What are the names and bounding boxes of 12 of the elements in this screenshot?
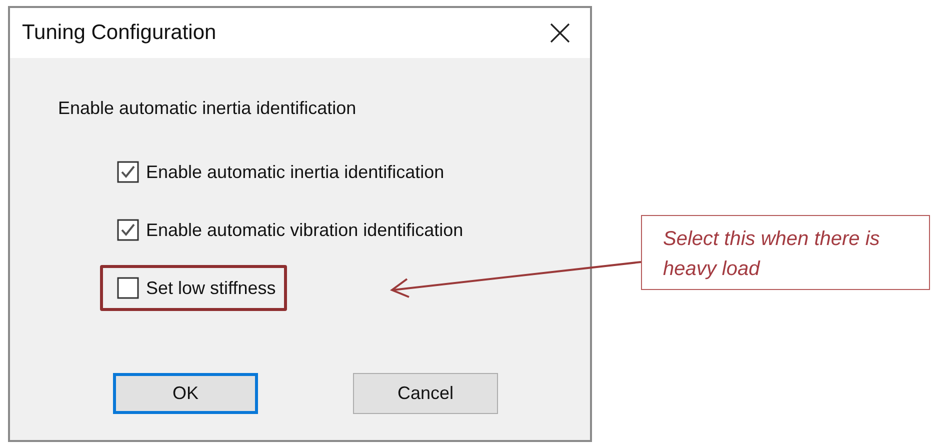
checkbox-label[interactable]: Enable automatic vibration identification — [146, 220, 464, 240]
checkbox[interactable] — [117, 219, 139, 241]
callout-note: Select this when there is heavy load — [641, 215, 930, 290]
checkbox-label[interactable]: Set low stiffness — [146, 278, 276, 298]
checkbox[interactable] — [117, 161, 139, 183]
close-icon[interactable] — [550, 23, 570, 43]
window-title: Tuning Configuration — [22, 21, 216, 45]
section-heading: Enable automatic inertia identification — [58, 97, 358, 120]
checkbox-label[interactable]: Enable automatic inertia identification — [146, 162, 444, 182]
dialog-button[interactable]: Cancel — [353, 373, 498, 414]
dialog-button[interactable]: OK — [113, 373, 258, 414]
checkbox[interactable] — [117, 277, 139, 299]
